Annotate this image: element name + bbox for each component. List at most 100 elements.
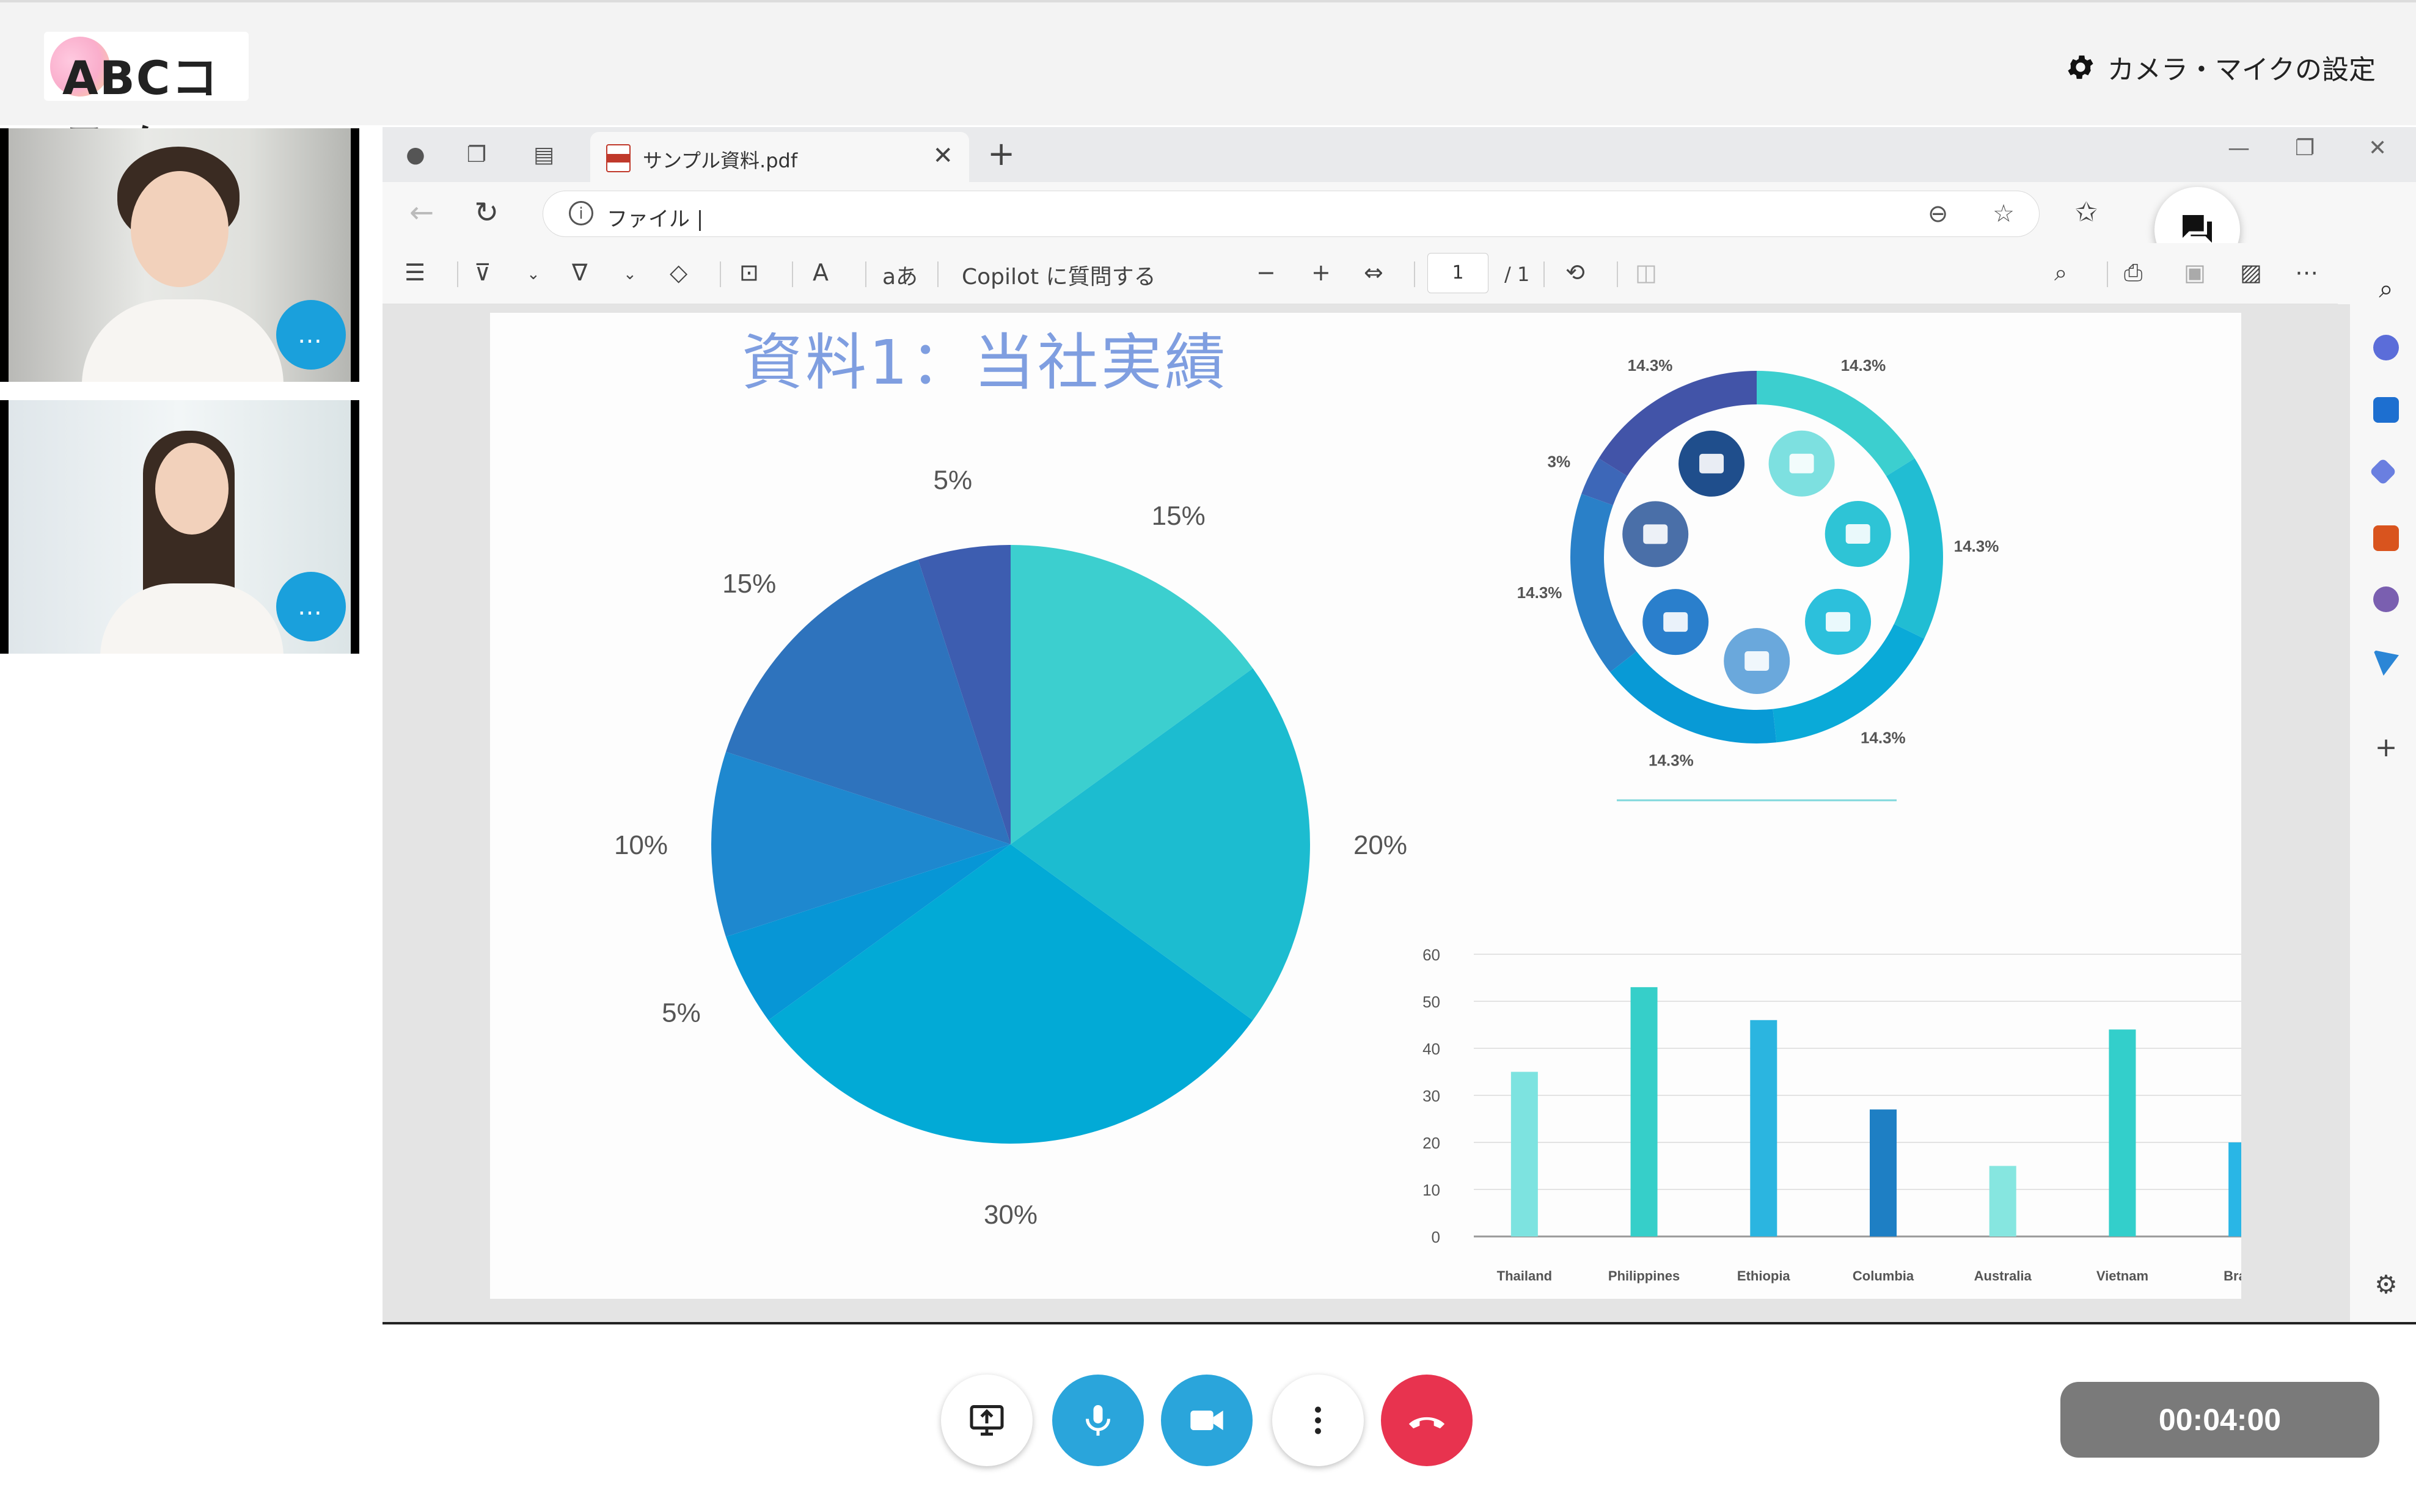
bar-chart-glyph	[1699, 453, 1724, 473]
bar	[2109, 1029, 2136, 1236]
new-tab-button[interactable]: +	[987, 134, 1015, 173]
address-bar-row: ← ↻ i ファイル | ⊖ ☆ ✩	[383, 182, 2416, 272]
rotate-icon[interactable]: ⟲	[1565, 259, 1585, 286]
screen-share-icon	[970, 1405, 1004, 1436]
pie-data-label: 5%	[662, 998, 701, 1028]
donut-data-label: 3%	[1547, 452, 1570, 470]
close-window-icon[interactable]: ✕	[2368, 136, 2387, 161]
save-as-icon[interactable]: ▨	[2240, 259, 2262, 286]
participant-more-button[interactable]: …	[276, 572, 346, 641]
close-tab-icon[interactable]: ✕	[932, 142, 953, 170]
favorites-icon[interactable]: ✩	[2075, 197, 2098, 228]
participant-video-2[interactable]: …	[0, 400, 359, 654]
eraser-icon[interactable]: ◇	[670, 259, 687, 286]
fit-page-icon[interactable]: ⇔	[1364, 259, 1383, 286]
camera-mic-settings-label: カメラ・マイクの設定	[2107, 54, 2376, 86]
zoom-out-button[interactable]: −	[1256, 259, 1276, 286]
donut-segment	[1886, 458, 1943, 639]
table-of-contents-icon[interactable]: ☰	[404, 259, 425, 286]
screen-share-button[interactable]	[941, 1375, 1033, 1466]
tab-sample-pdf[interactable]: サンプル資料.pdf ✕	[590, 132, 969, 182]
pie-data-label: 5%	[934, 465, 973, 495]
translate-button[interactable]: aあ	[882, 259, 918, 291]
profile-icon[interactable]: ●	[401, 141, 430, 170]
settings-gear-icon[interactable]: ⚙	[2373, 1269, 2399, 1299]
participant-video-1[interactable]: …	[0, 128, 359, 382]
pie-data-label: 30%	[984, 1200, 1038, 1230]
bar-x-tick-label: Australia	[1974, 1268, 2032, 1284]
page-number-input[interactable]: 1	[1427, 253, 1488, 293]
outlook-icon[interactable]	[2373, 397, 2399, 423]
bar	[2228, 1142, 2241, 1236]
add-icon[interactable]: +	[2373, 732, 2399, 763]
bar-y-tick-label: 20	[1422, 1134, 1440, 1152]
office-icon[interactable]	[2373, 335, 2399, 360]
zoom-in-button[interactable]: +	[1311, 259, 1331, 286]
tag-icon[interactable]	[2369, 458, 2397, 486]
document-glyph	[1845, 524, 1870, 544]
back-arrow-icon[interactable]: ←	[409, 195, 434, 230]
more-options-icon[interactable]: ⋯	[2295, 259, 2318, 286]
search-icon[interactable]: ⌕	[2373, 274, 2399, 304]
copilot-ask-button[interactable]: Copilot に質問する	[962, 259, 1156, 291]
pie-data-label: 15%	[722, 569, 776, 599]
pdf-page: 資料1：当社実績 15% 20% 30% 5% 10% 15% 5% 14.3% 14.3% 14…	[490, 313, 2241, 1299]
bar-x-tick-label: Columbia	[1853, 1268, 1914, 1284]
participant-more-button[interactable]: …	[276, 300, 346, 370]
address-field[interactable]: i ファイル | ⊖ ☆	[543, 191, 2040, 237]
search-icon[interactable]: ⌕	[2054, 259, 2067, 287]
microphone-button[interactable]	[1052, 1375, 1144, 1466]
toolbox-icon[interactable]	[2373, 525, 2399, 551]
pie-data-label: 15%	[1152, 501, 1206, 531]
pdf-toolbar: ☰ ⊽ ⌄ ∇ ⌄ ◇ ⊡ A aあ Copilot に質問する − + ⇔ 1…	[383, 243, 2338, 304]
vertical-dots-icon	[1315, 1406, 1321, 1434]
collections-icon[interactable]: ❐	[462, 141, 491, 170]
draw-icon[interactable]: ∇	[572, 259, 587, 286]
gear-icon	[2068, 55, 2093, 79]
chevron-down-icon[interactable]: ⌄	[623, 265, 637, 283]
restore-icon[interactable]: ❐	[2295, 136, 2315, 161]
print-icon[interactable]: ⎙	[2124, 259, 2142, 287]
hang-up-button[interactable]	[1381, 1375, 1473, 1466]
page-view-icon[interactable]: ◫	[1635, 259, 1657, 286]
bar-x-tick-label: Philippines	[1608, 1268, 1680, 1284]
camera-button[interactable]	[1161, 1375, 1253, 1466]
bar	[1630, 987, 1658, 1236]
bar-y-tick-label: 60	[1422, 946, 1440, 964]
shared-browser-window: ● ❐ ▤ サンプル資料.pdf ✕ + — ❐ ✕ ← ↻ i ファイル | …	[383, 127, 2416, 1323]
refresh-icon[interactable]: ↻	[474, 195, 499, 230]
text-box-icon[interactable]: ⊡	[739, 259, 759, 286]
wallet-glyph	[1789, 453, 1814, 473]
zoom-out-icon[interactable]: ⊖	[1928, 200, 1949, 228]
bar-y-tick-label: 30	[1422, 1087, 1440, 1105]
bar-y-tick-label: 0	[1432, 1228, 1440, 1246]
bar-x-tick-label: Thailand	[1497, 1268, 1552, 1284]
bar-x-tick-label: Brazil	[2224, 1268, 2241, 1284]
info-icon[interactable]: i	[569, 201, 593, 225]
favorite-star-icon[interactable]: ☆	[1993, 200, 2015, 228]
games-icon[interactable]	[2373, 586, 2399, 612]
send-icon[interactable]	[2373, 650, 2399, 676]
charts-canvas: 15% 20% 30% 5% 10% 15% 5% 14.3% 14.3% 14.3% 14.3% 1…	[614, 356, 2241, 1284]
pdf-file-icon	[606, 144, 631, 172]
pdf-viewer[interactable]: 資料1：当社実績 15% 20% 30% 5% 10% 15% 5% 14.3% 14.3% 14…	[383, 304, 2350, 1323]
bar-y-tick-label: 40	[1422, 1040, 1440, 1058]
bar-y-tick-label: 50	[1422, 993, 1440, 1011]
read-aloud-icon[interactable]: A	[813, 259, 829, 286]
donut-data-label: 14.3%	[1841, 356, 1886, 374]
highlight-icon[interactable]: ⊽	[474, 259, 491, 286]
divider	[383, 1322, 2416, 1324]
camera-mic-settings-button[interactable]: カメラ・マイクの設定	[2065, 45, 2376, 89]
minimize-icon[interactable]: —	[2228, 136, 2250, 161]
microphone-icon	[1086, 1405, 1110, 1436]
check-glyph	[1826, 612, 1851, 632]
pie-data-label: 20%	[1353, 830, 1407, 860]
save-icon[interactable]: ▣	[2184, 259, 2206, 286]
more-options-button[interactable]	[1272, 1375, 1364, 1466]
tab-actions-icon[interactable]: ▤	[529, 141, 558, 170]
bar	[1870, 1109, 1897, 1236]
app-header: ABCコスメ カメラ・マイクの設定	[0, 0, 2416, 172]
chevron-down-icon[interactable]: ⌄	[527, 265, 540, 283]
briefcase-glyph	[1744, 651, 1770, 671]
donut-data-label: 14.3%	[1517, 583, 1562, 602]
